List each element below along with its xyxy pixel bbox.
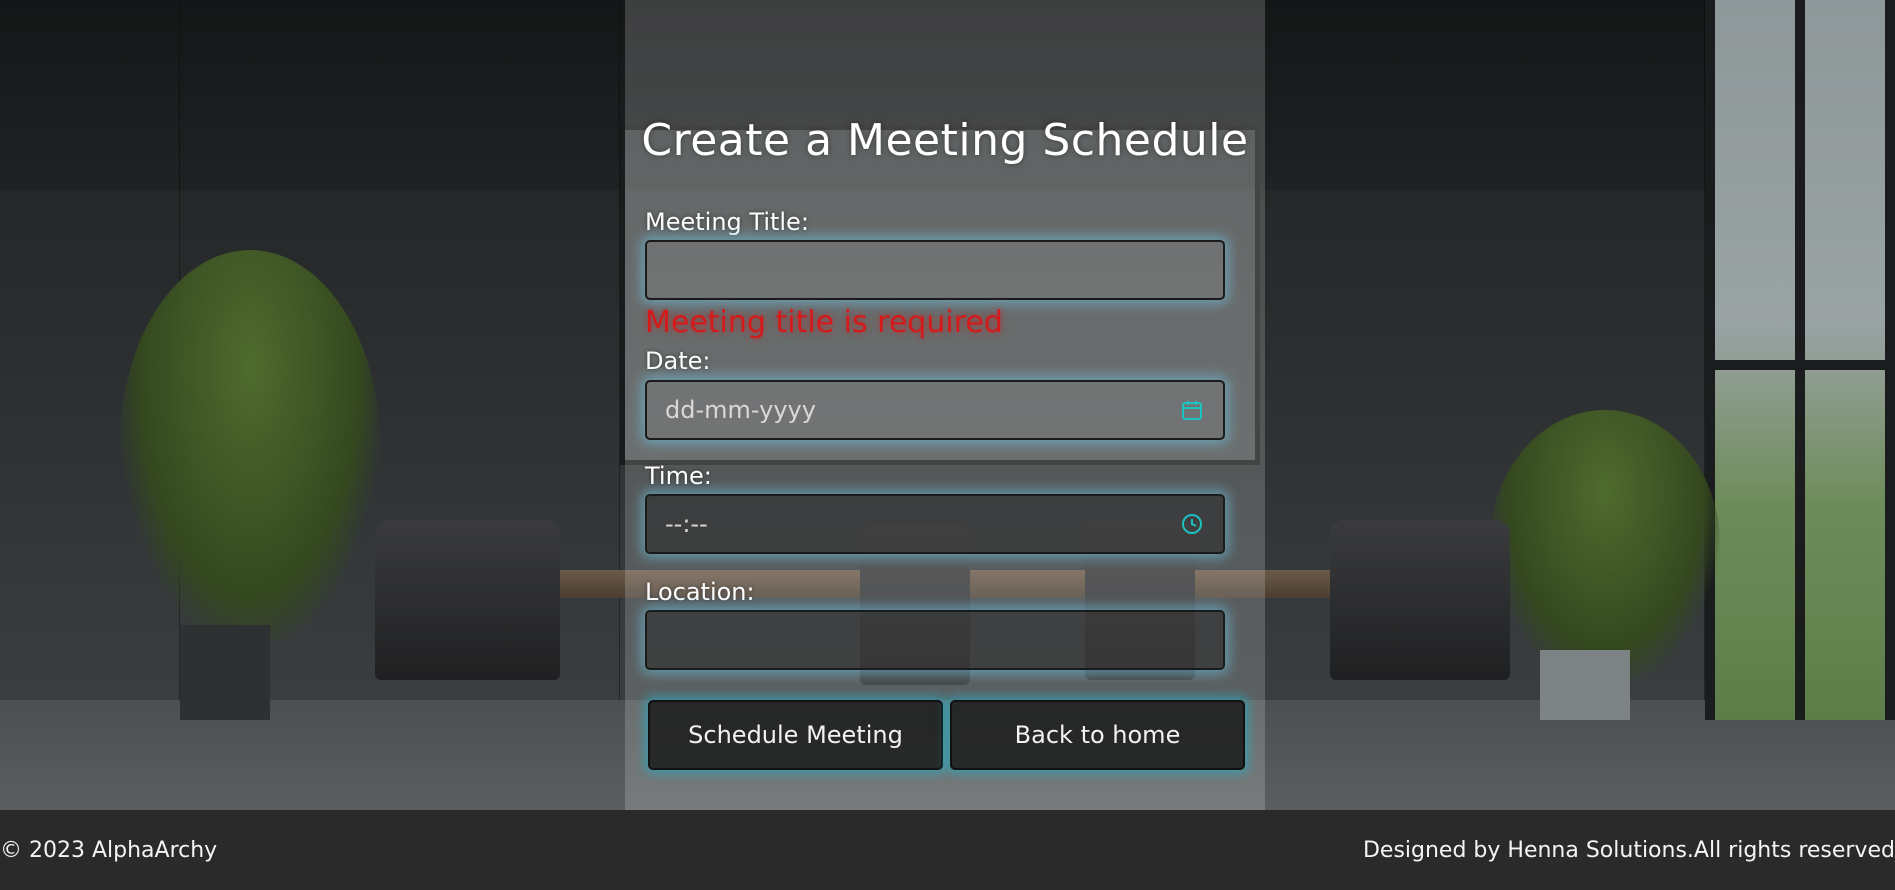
- page-title: Create a Meeting Schedule: [641, 115, 1249, 166]
- meeting-title-error: Meeting title is required: [645, 305, 1003, 340]
- date-field[interactable]: dd-mm-yyyy: [645, 380, 1225, 440]
- meeting-title-input[interactable]: [665, 242, 1205, 298]
- window-transom: [1705, 360, 1895, 370]
- pot-right: [1540, 650, 1630, 720]
- plant-right: [1490, 410, 1720, 680]
- footer: © 2023 AlphaArchy Designed by Henna Solu…: [0, 810, 1895, 890]
- chair: [1400, 520, 1510, 680]
- date-placeholder: dd-mm-yyyy: [665, 396, 816, 424]
- date-label: Date:: [645, 347, 711, 375]
- location-input[interactable]: [665, 612, 1205, 668]
- time-placeholder: --:--: [665, 510, 708, 538]
- plant-left: [120, 250, 380, 640]
- clock-icon[interactable]: [1179, 511, 1205, 537]
- back-to-home-button[interactable]: Back to home: [950, 700, 1245, 770]
- chair: [450, 520, 560, 680]
- location-label: Location:: [645, 578, 755, 606]
- calendar-icon[interactable]: [1179, 397, 1205, 423]
- schedule-meeting-button[interactable]: Schedule Meeting: [648, 700, 943, 770]
- time-label: Time:: [645, 462, 712, 490]
- location-field[interactable]: [645, 610, 1225, 670]
- time-field[interactable]: --:--: [645, 494, 1225, 554]
- meeting-title-label: Meeting Title:: [645, 208, 809, 236]
- meeting-title-field[interactable]: [645, 240, 1225, 300]
- footer-copyright: © 2023 AlphaArchy: [0, 837, 218, 863]
- footer-credits: Designed by Henna Solutions.All rights r…: [1362, 837, 1895, 863]
- pot-left: [180, 625, 270, 720]
